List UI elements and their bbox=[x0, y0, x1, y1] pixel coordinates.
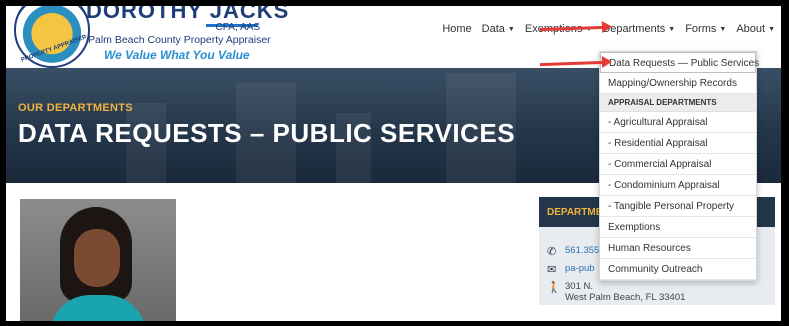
phone-icon: ✆ bbox=[547, 246, 557, 258]
appraiser-credentials: CFA, AAS bbox=[215, 22, 260, 33]
menu-item-tangible-personal-property[interactable]: - Tangible Personal Property bbox=[600, 196, 756, 217]
nav-forms-label: Forms bbox=[685, 23, 717, 35]
director-photo bbox=[20, 199, 176, 321]
menu-item-commercial[interactable]: - Commercial Appraisal bbox=[600, 154, 756, 175]
nav-data[interactable]: Data ▼ bbox=[482, 23, 515, 35]
menu-item-condominium[interactable]: - Condominium Appraisal bbox=[600, 175, 756, 196]
contact-address: 301 N. West Palm Beach, FL 33401 bbox=[565, 281, 685, 303]
nav-about-label: About bbox=[736, 23, 766, 35]
menu-item-exemptions[interactable]: Exemptions bbox=[600, 217, 756, 238]
contact-email[interactable]: pa-pub bbox=[565, 263, 595, 274]
nav-data-label: Data bbox=[481, 23, 505, 35]
menu-item-community-outreach[interactable]: Community Outreach bbox=[600, 259, 756, 280]
contact-email-row[interactable]: ✉ pa-pub bbox=[547, 263, 595, 276]
property-appraiser-seal-logo[interactable]: PROPERTY APPRAISER bbox=[14, 6, 90, 68]
browser-viewport: PROPERTY APPRAISER DOROTHY JACKS CFA, AA… bbox=[6, 6, 781, 321]
caret-down-icon: ▼ bbox=[507, 25, 515, 33]
menu-item-residential[interactable]: - Residential Appraisal bbox=[600, 133, 756, 154]
contact-phone[interactable]: 561.355 bbox=[565, 245, 599, 256]
menu-item-data-requests[interactable]: Data Requests — Public Services bbox=[600, 52, 759, 73]
hero-eyebrow: OUR DEPARTMENTS bbox=[18, 102, 133, 114]
departments-dropdown-menu: Data Requests — Public Services Mapping/… bbox=[599, 51, 759, 281]
menu-section-appraisal-departments: APPRAISAL DEPARTMENTS bbox=[600, 94, 756, 112]
address-line-2: West Palm Beach, FL 33401 bbox=[565, 292, 686, 303]
menu-item-human-resources[interactable]: Human Resources bbox=[600, 238, 756, 259]
menu-item-agricultural[interactable]: - Agricultural Appraisal bbox=[600, 112, 756, 133]
envelope-icon: ✉ bbox=[547, 264, 557, 276]
nav-departments[interactable]: Departments ▼ bbox=[602, 23, 675, 35]
organization-name: Palm Beach County Property Appraiser bbox=[88, 34, 271, 46]
nav-about[interactable]: About ▼ bbox=[736, 23, 775, 35]
nav-forms[interactable]: Forms ▼ bbox=[685, 23, 726, 35]
caret-down-icon: ▼ bbox=[719, 25, 727, 33]
caret-down-icon: ▼ bbox=[668, 25, 676, 33]
photo-face bbox=[74, 229, 120, 287]
nav-home[interactable]: Home bbox=[442, 23, 471, 35]
seal-text: PROPERTY APPRAISER bbox=[20, 34, 88, 64]
contact-phone-row[interactable]: ✆ 561.355 bbox=[547, 245, 599, 258]
nav-home-label: Home bbox=[442, 23, 472, 35]
tagline: We Value What You Value bbox=[104, 48, 250, 62]
walking-person-icon: 🚶 bbox=[547, 282, 561, 294]
page-title: DATA REQUESTS – PUBLIC SERVICES bbox=[18, 118, 516, 148]
caret-down-icon: ▼ bbox=[768, 25, 775, 33]
contact-address-row: 🚶 301 N. West Palm Beach, FL 33401 bbox=[547, 281, 685, 303]
address-line-1: 301 N. bbox=[565, 281, 593, 292]
menu-item-mapping-ownership[interactable]: Mapping/Ownership Records bbox=[600, 73, 756, 94]
